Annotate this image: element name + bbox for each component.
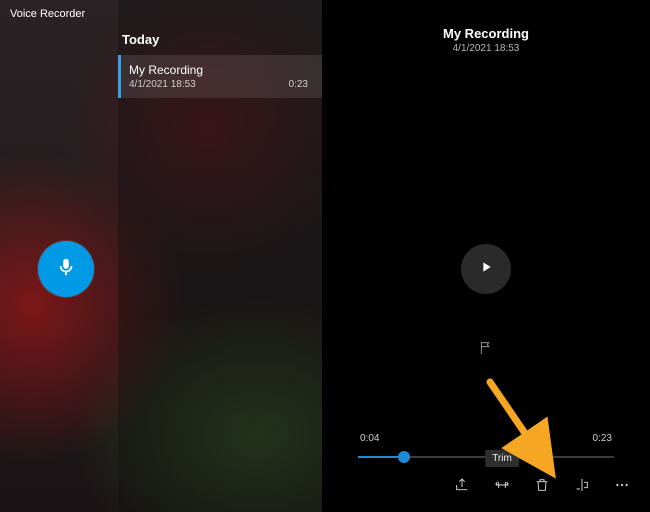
detail-toolbar: Trim [442,467,642,507]
delete-button[interactable] [522,467,562,507]
trash-icon [534,477,550,498]
more-icon [614,477,630,498]
time-total: 0:23 [593,433,612,444]
list-item-name: My Recording [129,63,308,77]
time-current: 0:04 [360,433,379,444]
titlebar: Voice Recorder [0,0,650,28]
detail-date: 4/1/2021 18:53 [322,43,650,54]
list-item[interactable]: My Recording 4/1/2021 18:53 0:23 [118,55,322,98]
detail-pane: My Recording 4/1/2021 18:53 0:04 0:23 [322,0,650,512]
list-header-today: Today [118,28,322,55]
detail-title: My Recording [322,26,650,41]
add-marker-button[interactable] [478,340,494,356]
share-button[interactable] [442,467,482,507]
app-title: Voice Recorder [0,8,85,20]
detail-header: My Recording 4/1/2021 18:53 [322,26,650,54]
trim-button[interactable]: Trim [482,467,522,507]
share-icon [454,477,470,498]
rename-button[interactable] [562,467,602,507]
trim-icon [494,477,510,498]
play-icon [478,259,494,280]
list-item-date: 4/1/2021 18:53 [129,79,196,90]
microphone-icon [55,256,77,283]
more-button[interactable] [602,467,642,507]
seek-thumb[interactable] [398,451,410,463]
left-pane: Today My Recording 4/1/2021 18:53 0:23 [0,0,322,512]
play-button[interactable] [461,244,511,294]
trim-tooltip: Trim [485,450,519,467]
flag-icon [478,343,494,360]
list-item-duration: 0:23 [289,79,308,90]
rename-icon [574,477,590,498]
recordings-list: Today My Recording 4/1/2021 18:53 0:23 [118,28,322,98]
record-button[interactable] [38,241,94,297]
